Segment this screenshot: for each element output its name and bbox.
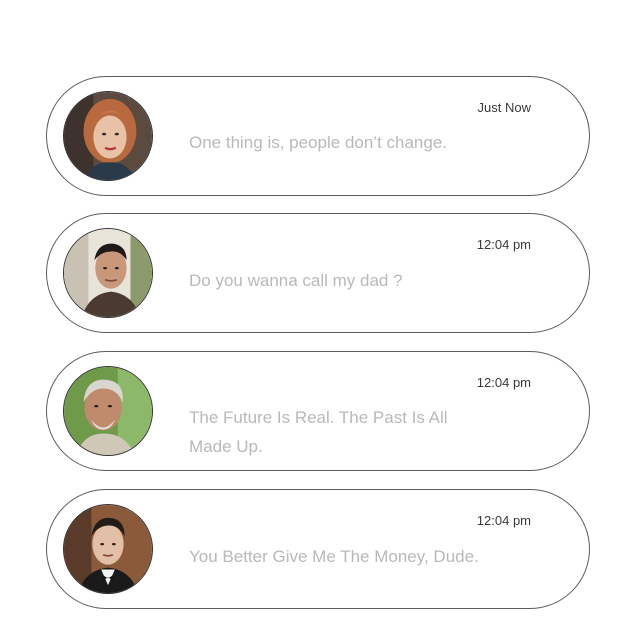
avatar-man-in-tuxedo-icon (64, 505, 152, 593)
avatar (63, 366, 153, 456)
avatar (63, 91, 153, 181)
timestamp: 12:04 pm (476, 237, 531, 252)
avatar-older-gray-haired-man-icon (64, 367, 152, 455)
timestamp: 12:04 pm (476, 513, 531, 528)
message-text: One thing is, people don’t change. (189, 133, 448, 152)
notification-card[interactable]: 12:04 pm Do you wanna call my dad ? (46, 213, 590, 333)
message-text: The Future Is Real. The Past Is All Made… (189, 408, 448, 456)
avatar-red-haired-woman-icon (64, 92, 152, 180)
notification-card[interactable]: 12:04 pm You Better Give Me The Money, D… (46, 489, 590, 609)
message-text: Do you wanna call my dad ? (189, 271, 403, 290)
notification-card[interactable]: 12:04 pm The Future Is Real. The Past Is… (46, 351, 590, 471)
avatar (63, 228, 153, 318)
notification-card[interactable]: Just Now One thing is, people don’t chan… (46, 76, 590, 196)
message-text: You Better Give Me The Money, Dude. (189, 547, 479, 566)
timestamp: Just Now (477, 100, 531, 115)
timestamp: 12:04 pm (476, 375, 531, 390)
avatar (63, 504, 153, 594)
avatar-dark-haired-man-icon (64, 229, 152, 317)
